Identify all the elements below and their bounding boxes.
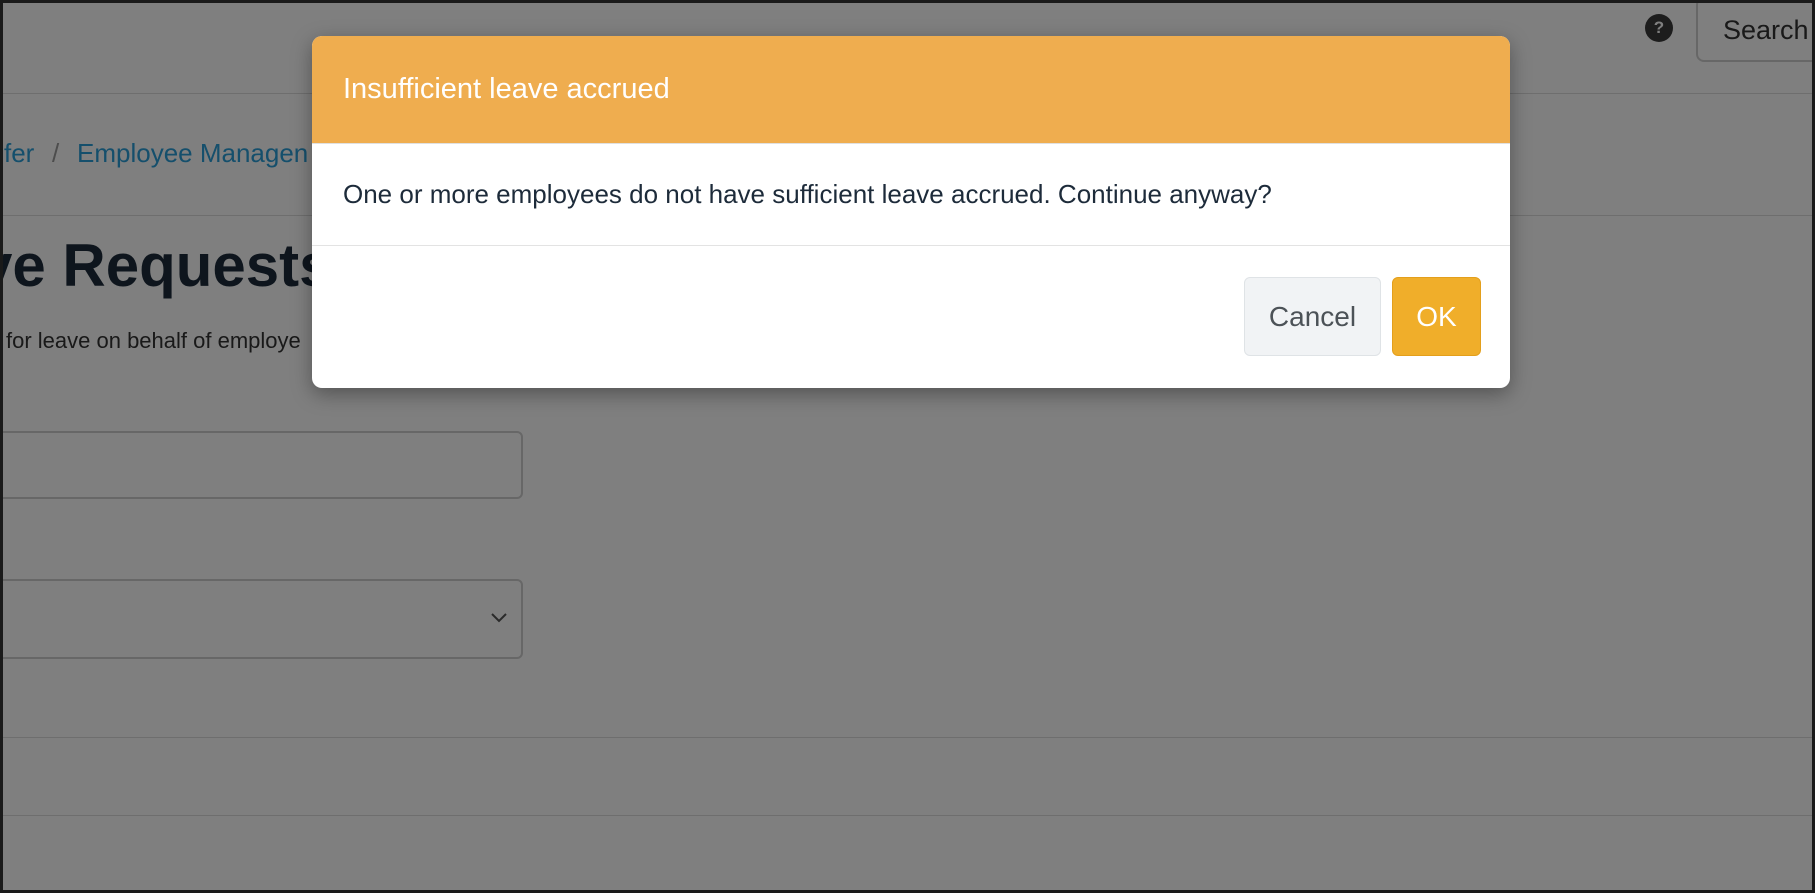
dialog-title: Insufficient leave accrued (343, 73, 670, 105)
app-window: ? Search fer / Employee Managen ve Reque… (3, 3, 1812, 890)
confirm-dialog: Insufficient leave accrued One or more e… (312, 36, 1510, 388)
cancel-button[interactable]: Cancel (1244, 277, 1381, 356)
dialog-header: Insufficient leave accrued (312, 36, 1510, 144)
dialog-footer: Cancel OK (312, 246, 1510, 388)
dialog-body: One or more employees do not have suffic… (312, 144, 1510, 246)
dialog-message: One or more employees do not have suffic… (343, 179, 1272, 209)
ok-button[interactable]: OK (1392, 277, 1481, 356)
